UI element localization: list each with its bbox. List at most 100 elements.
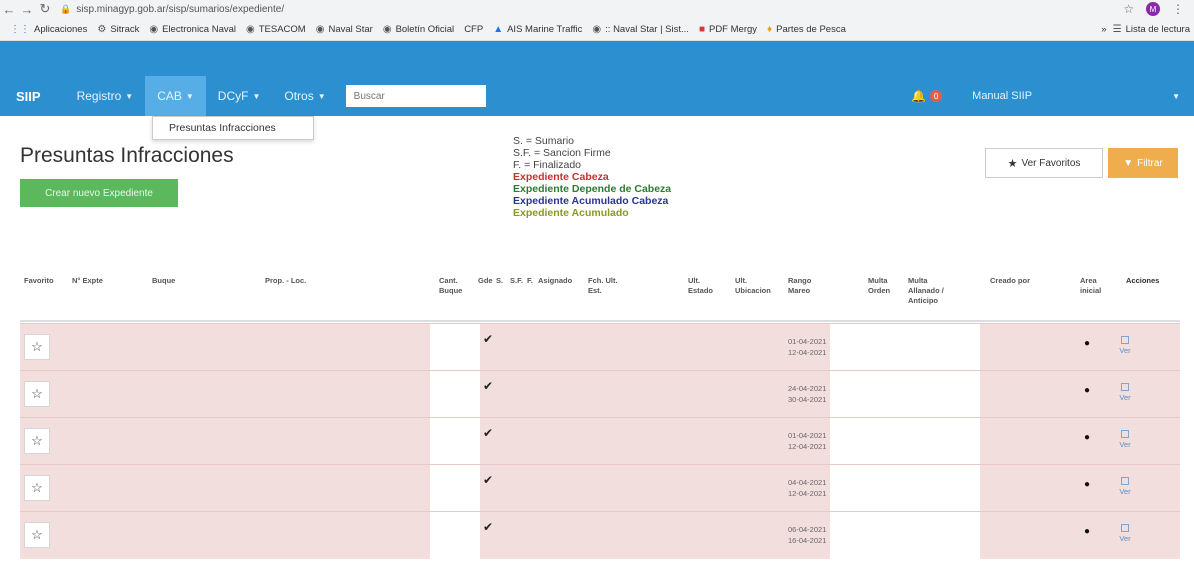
header-favorito[interactable]: Favorito [24,276,54,286]
area-inicial-dot-icon: ● [1084,526,1091,537]
address-bar[interactable]: 🔒 sisp.minagyp.gob.ar/sisp/sumarios/expe… [60,2,1120,16]
header-s[interactable]: S. [496,276,503,286]
legend-sumario: S. = Sumario [513,135,574,147]
caret-down-icon: ▼ [125,91,134,101]
bookmark-boletin-oficial[interactable]: ◉ Boletín Oficial [383,24,454,35]
ver-link[interactable]: Ver [1118,430,1132,450]
bookmark-aplicaciones[interactable]: ⋮⋮ Aplicaciones [10,24,87,35]
table-header: Favorito N° Expte Buque Prop. - Loc. Can… [20,268,1180,322]
brand-logo[interactable]: SIIP [16,89,41,104]
lock-icon: 🔒 [60,3,72,14]
document-icon [1121,383,1129,391]
globe-icon: ◉ [149,23,159,35]
document-icon [1121,336,1129,344]
reload-icon[interactable]: ↻ [36,1,54,17]
header-ult-ubicacion[interactable]: Ult. Ubicacion [735,276,777,296]
globe-icon: ◉ [592,23,602,35]
gde-check-icon: ✔ [483,426,494,440]
header-nro-expte[interactable]: N° Expte [72,276,103,286]
apps-grid-icon: ⋮⋮ [10,23,30,35]
bookmark-star-icon[interactable]: ☆ [1123,2,1134,16]
dropdown-item-presuntas[interactable]: Presuntas Infracciones [169,122,276,134]
reading-list-icon: ☰ [1112,23,1122,35]
favorite-star-button[interactable]: ☆ [24,381,50,407]
document-icon [1121,477,1129,485]
header-buque[interactable]: Buque [152,276,175,286]
bookmark-electronica-naval[interactable]: ◉ Electronica Naval [149,24,236,35]
bookmark-pdf-mergy[interactable]: ■ PDF Mergy [699,24,757,35]
bookmark-naval-star-sist[interactable]: ◉:: Naval Star | Sist... [592,24,689,35]
menu-registro[interactable]: Registro ▼ [65,76,146,116]
url-text[interactable]: sisp.minagyp.gob.ar/sisp/sumarios/expedi… [76,4,284,15]
bookmark-sitrack[interactable]: ⚙ Sitrack [97,24,139,35]
header-creado-por[interactable]: Creado por [990,276,1030,286]
header-prop-loc[interactable]: Prop. - Loc. [265,276,306,286]
legend-acumulado: Expediente Acumulado [513,207,629,219]
globe-icon: ◉ [246,23,255,35]
create-expediente-button[interactable]: Crear nuevo Expediente [20,179,178,207]
table-row: ☆ ✔ 01-04-2021 12-04-2021 ● Ver [20,417,1180,465]
filter-button[interactable]: ▼ Filtrar [1108,148,1178,178]
table-row: ☆ ✔ 01-04-2021 12-04-2021 ● Ver [20,323,1180,371]
gde-check-icon: ✔ [483,379,494,393]
table-row: ☆ ✔ 04-04-2021 12-04-2021 ● Ver [20,464,1180,512]
ver-link[interactable]: Ver [1118,336,1132,356]
bookmark-tesacom[interactable]: ◉ TESACOM [246,24,306,35]
reading-list[interactable]: ☰ Lista de lectura [1113,24,1190,35]
header-rango-mareo[interactable]: Rango Mareo [788,276,816,296]
header-multa-allanado[interactable]: Multa Allanado / Anticipo [908,276,960,306]
manual-link[interactable]: Manual SIIP [972,90,1032,102]
favorite-star-button[interactable]: ☆ [24,522,50,548]
fish-icon: ♦ [767,23,773,35]
header-ult-estado[interactable]: Ult. Estado [688,276,716,296]
globe-icon: ◉ [315,23,325,35]
header-acciones: Acciones [1126,276,1160,285]
bell-icon[interactable]: 🔔 [911,89,926,103]
profile-avatar[interactable]: M [1146,2,1160,16]
area-inicial-dot-icon: ● [1084,432,1091,443]
cab-dropdown-menu: Presuntas Infracciones [152,116,314,140]
browser-toolbar: ← → ↻ 🔒 sisp.minagyp.gob.ar/sisp/sumario… [0,0,1194,18]
legend-finalizado: F. = Finalizado [513,159,581,171]
bookmark-cfp[interactable]: CFP [464,24,483,35]
rango-mareo-cell: 04-04-2021 12-04-2021 [788,478,827,498]
ver-link[interactable]: Ver [1118,524,1132,544]
ver-link[interactable]: Ver [1118,477,1132,497]
header-f[interactable]: F. [527,276,533,286]
search-input[interactable] [345,85,486,107]
document-icon [1121,524,1129,532]
header-gde[interactable]: Gde [478,276,493,286]
header-asignado[interactable]: Asignado [538,276,572,286]
ver-link[interactable]: Ver [1118,383,1132,403]
more-bookmarks-icon[interactable]: » [1101,24,1106,35]
page-title: Presuntas Infracciones [20,144,234,167]
document-icon [1121,430,1129,438]
menu-dcyf[interactable]: DCyF ▼ [206,76,273,116]
star-icon: ★ [1007,157,1018,170]
header-multa-orden[interactable]: Multa Orden [868,276,896,296]
browser-menu-icon[interactable]: ⋮ [1172,2,1184,16]
header-area-inicial[interactable]: Area inicial [1080,276,1110,296]
forward-arrow-icon[interactable]: → [18,2,36,17]
table-row: ☆ ✔ 06-04-2021 16-04-2021 ● Ver [20,511,1180,559]
rango-mareo-cell: 01-04-2021 12-04-2021 [788,337,827,357]
favorite-star-button[interactable]: ☆ [24,428,50,454]
ship-icon: ▲ [493,23,504,35]
bookmark-ais-marine[interactable]: ▲ AIS Marine Traffic [493,24,582,35]
menu-cab[interactable]: CAB ▼ [145,76,206,116]
bookmark-partes-de-pesca[interactable]: ♦ Partes de Pesca [767,24,846,35]
header-fch-ult-est[interactable]: Fch. Ult. Est. [588,276,620,296]
legend-sancion: S.F. = Sancion Firme [513,147,611,159]
area-inicial-dot-icon: ● [1084,479,1091,490]
rango-mareo-cell: 24-04-2021 30-04-2021 [788,384,827,404]
back-arrow-icon[interactable]: ← [0,2,18,17]
header-sf[interactable]: S.F. [510,276,523,286]
menu-otros[interactable]: Otros ▼ [272,76,337,116]
caret-down-icon: ▼ [252,91,261,101]
favorite-star-button[interactable]: ☆ [24,334,50,360]
header-cant-buque[interactable]: Cant. Buque [439,276,469,296]
ver-favoritos-button[interactable]: ★ Ver Favoritos [985,148,1103,178]
bookmark-naval-star[interactable]: ◉ Naval Star [316,24,373,35]
favorite-star-button[interactable]: ☆ [24,475,50,501]
user-caret-icon[interactable]: ▼ [1172,92,1180,101]
